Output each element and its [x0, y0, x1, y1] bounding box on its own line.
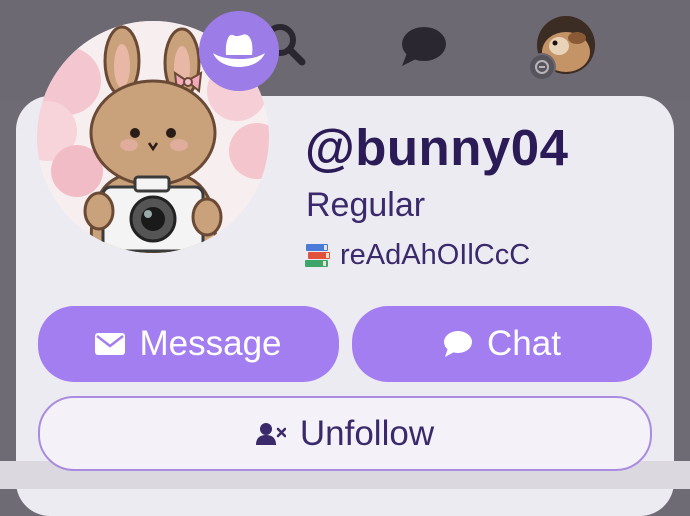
envelope-icon: [95, 333, 126, 355]
status-text: reAdAhOIlCcC: [340, 238, 531, 271]
message-button[interactable]: Message: [38, 306, 339, 382]
unfollow-button-label: Unfollow: [299, 413, 435, 453]
chat-button[interactable]: Chat: [352, 306, 652, 382]
profile-rank: Regular: [306, 186, 426, 224]
profile-handle: @bunny04: [305, 119, 569, 176]
minus-circle-icon: [528, 53, 556, 81]
profile-status: reAdAhOIlCcC: [304, 237, 530, 273]
chat-bubble-icon: [444, 331, 473, 357]
books-emoji-icon: [305, 244, 330, 267]
chat-bubble-icon[interactable]: [398, 25, 448, 67]
chat-button-label: Chat: [487, 324, 561, 363]
user-remove-icon: [255, 422, 286, 445]
cowboy-hat-icon: [199, 11, 279, 91]
message-button-label: Message: [139, 324, 282, 363]
unfollow-button[interactable]: Unfollow: [38, 396, 652, 471]
